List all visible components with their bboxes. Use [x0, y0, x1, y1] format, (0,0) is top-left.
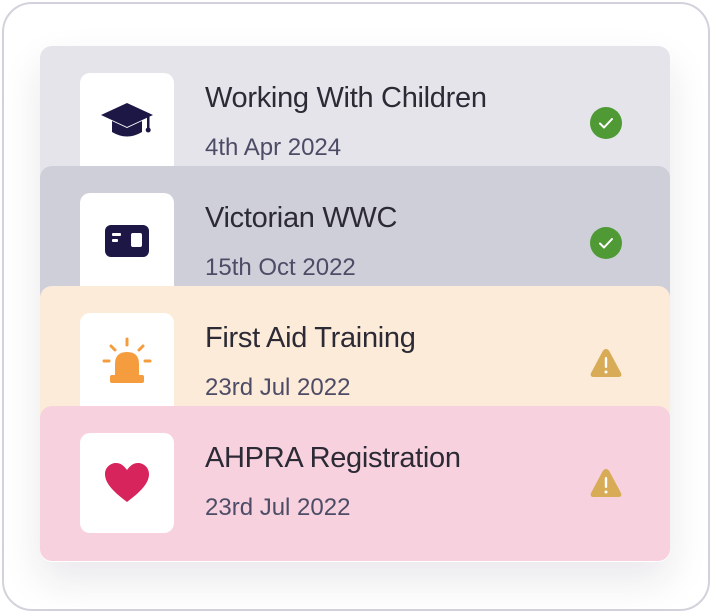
credential-date: 15th Oct 2022	[205, 254, 356, 281]
credential-title: Victorian WWC	[205, 202, 398, 234]
credential-date: 4th Apr 2024	[205, 134, 342, 161]
id-card-icon	[105, 225, 149, 257]
credential-title: Working With Children	[205, 82, 487, 114]
credential-icon-box	[80, 73, 174, 169]
credential-icon-box	[80, 433, 174, 533]
graduation-cap-icon	[101, 103, 153, 137]
credential-title: First Aid Training	[205, 322, 416, 354]
warning-icon	[589, 346, 623, 380]
credential-card-ahpra-registration[interactable]: AHPRA Registration 23rd Jul 2022	[40, 406, 670, 561]
siren-alarm-icon	[102, 337, 152, 383]
verified-check-icon	[589, 106, 623, 140]
credential-icon-box	[80, 193, 174, 289]
credential-date: 23rd Jul 2022	[205, 494, 351, 521]
warning-icon	[589, 466, 623, 500]
credential-title: AHPRA Registration	[205, 442, 461, 474]
verified-check-icon	[589, 226, 623, 260]
credential-icon-box	[80, 313, 174, 409]
heart-icon	[105, 463, 149, 502]
credential-date: 23rd Jul 2022	[205, 374, 351, 401]
